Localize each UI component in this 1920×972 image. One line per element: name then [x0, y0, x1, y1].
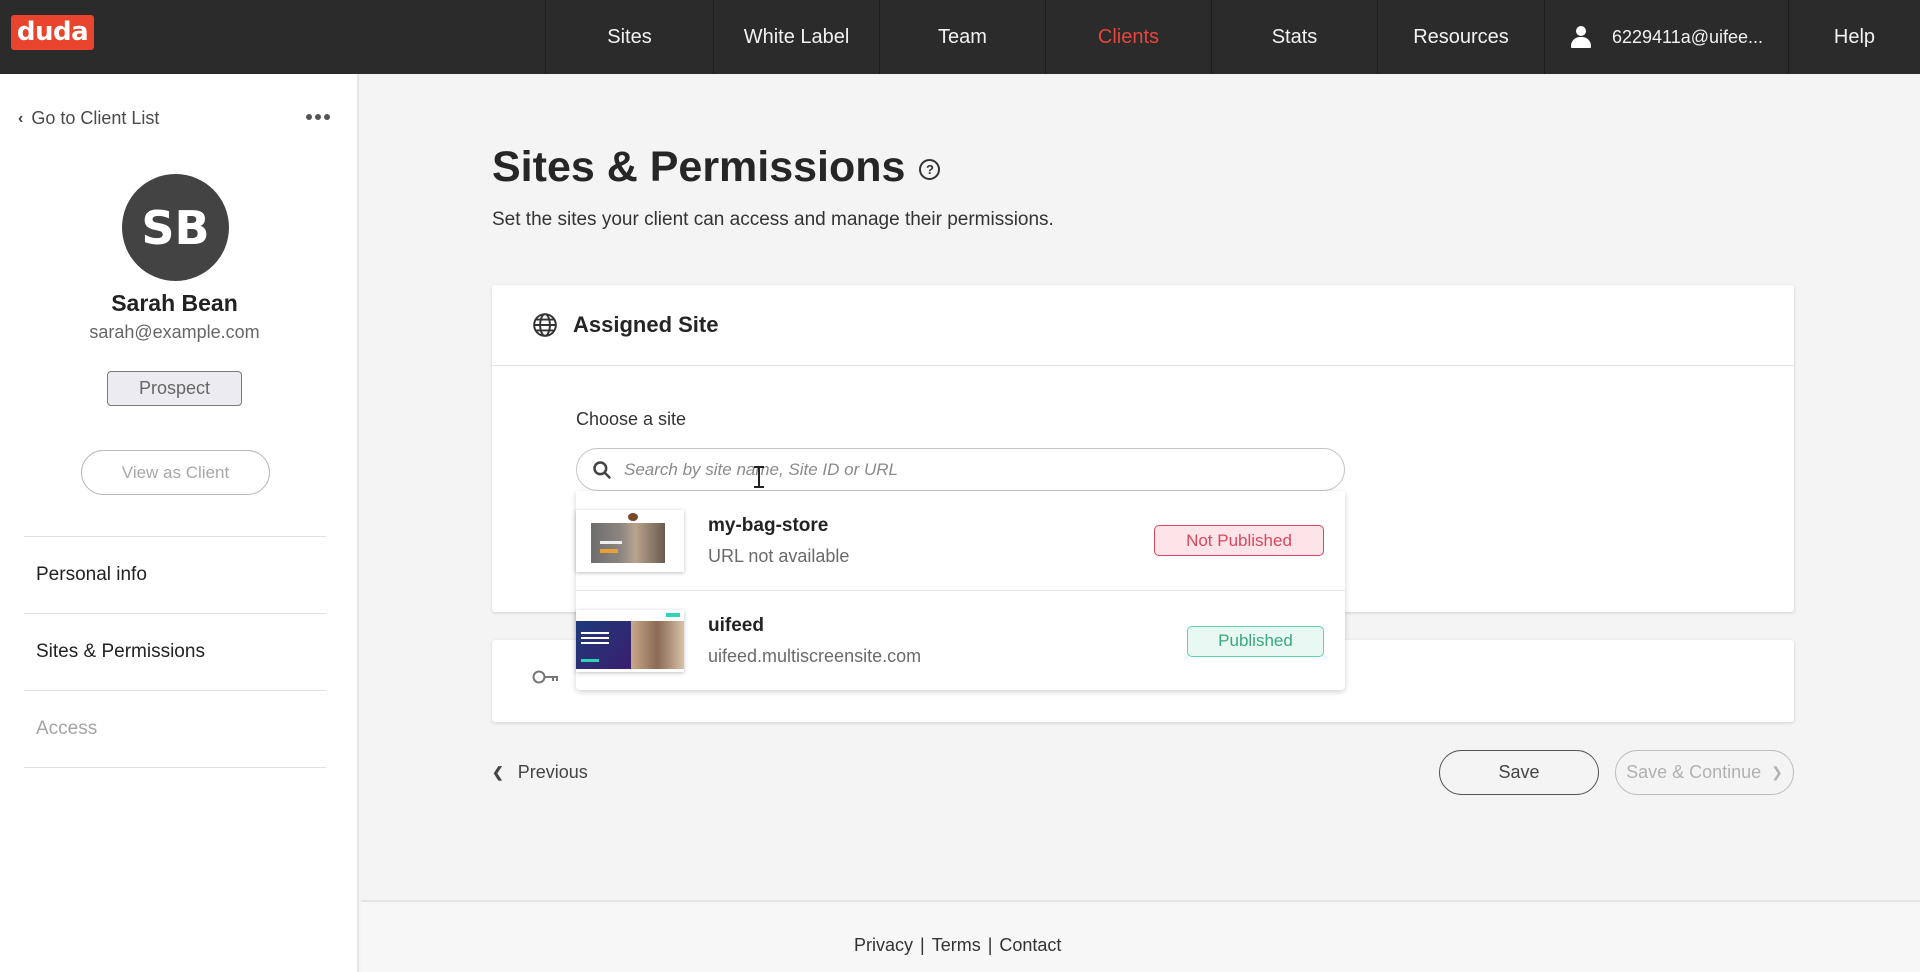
- save-continue-button[interactable]: Save & Continue ❯: [1615, 750, 1794, 795]
- nav-label: Help: [1833, 25, 1876, 48]
- search-icon: [593, 460, 611, 479]
- page-title: Sites & Permissions ?: [492, 143, 941, 192]
- site-option[interactable]: uifeed uifeed.multiscreensite.com Publis…: [576, 591, 1345, 691]
- site-url: uifeed.multiscreensite.com: [708, 646, 922, 666]
- client-email: sarah@example.com: [89, 322, 260, 342]
- go-to-client-list-link[interactable]: ‹ Go to Client List: [18, 108, 159, 129]
- sidebar-item-sites-permissions[interactable]: Sites & Permissions: [24, 614, 326, 691]
- page-subtitle: Set the sites your client can access and…: [492, 209, 1054, 230]
- nav-stats[interactable]: Stats: [1211, 0, 1377, 74]
- sidebar-menu: Personal info Sites & Permissions Access: [24, 536, 326, 768]
- nav-label: Team: [938, 25, 987, 48]
- chevron-left-icon: ‹: [18, 109, 24, 127]
- nav-label: Sites: [607, 25, 652, 48]
- chevron-right-icon: ❯: [1771, 764, 1783, 780]
- nav-sites[interactable]: Sites: [545, 0, 713, 74]
- nav-resources[interactable]: Resources: [1377, 0, 1544, 74]
- chevron-left-icon: ❮: [492, 764, 504, 780]
- nav-items: Sites White Label Team Clients Stats Res…: [545, 0, 1920, 74]
- nav-label: Clients: [1097, 25, 1160, 48]
- top-nav: duda Sites White Label Team Clients Stat…: [0, 0, 1920, 74]
- choose-site-label: Choose a site: [576, 409, 687, 429]
- nav-label: Stats: [1271, 25, 1318, 48]
- globe-icon: [533, 313, 557, 337]
- site-dropdown: my-bag-store URL not available Not Publi…: [576, 491, 1345, 690]
- view-as-client-button[interactable]: View as Client: [81, 450, 270, 495]
- site-search-box[interactable]: [576, 448, 1345, 491]
- nav-white-label[interactable]: White Label: [713, 0, 879, 74]
- back-label: Go to Client List: [31, 108, 160, 128]
- status-badge: Published: [1187, 625, 1324, 657]
- more-options-icon[interactable]: [306, 114, 330, 120]
- contact-link[interactable]: Contact: [999, 935, 1061, 956]
- user-icon: [1570, 26, 1592, 48]
- sidebar-item-personal-info[interactable]: Personal info: [24, 537, 326, 614]
- separator: |: [920, 935, 925, 955]
- help-icon[interactable]: ?: [919, 159, 941, 180]
- page-title-text: Sites & Permissions: [492, 143, 906, 191]
- save-continue-label: Save & Continue: [1626, 762, 1762, 782]
- previous-label: Previous: [517, 762, 588, 782]
- privacy-link[interactable]: Privacy: [854, 935, 913, 956]
- nav-help[interactable]: Help: [1788, 0, 1920, 74]
- footer-links: Privacy | Terms | Contact: [854, 935, 1061, 956]
- site-search-input[interactable]: [624, 459, 1324, 480]
- nav-account[interactable]: 6229411a@uifee...: [1544, 0, 1788, 74]
- separator: |: [987, 935, 993, 955]
- card-title: Assigned Site: [573, 312, 719, 337]
- save-button[interactable]: Save: [1439, 750, 1599, 795]
- nav-label: Resources: [1413, 25, 1509, 48]
- duda-logo[interactable]: duda: [11, 15, 94, 50]
- text-cursor-icon: [754, 466, 764, 488]
- site-thumbnail: [576, 509, 684, 572]
- site-thumbnail: [576, 610, 684, 672]
- account-email: 6229411a@uifee...: [1611, 26, 1764, 47]
- site-name: my-bag-store: [708, 514, 829, 536]
- nav-label: White Label: [743, 25, 850, 48]
- nav-team[interactable]: Team: [879, 0, 1045, 74]
- terms-link[interactable]: Terms: [932, 935, 981, 956]
- avatar: SB: [122, 174, 229, 281]
- card-header: Assigned Site: [492, 285, 1794, 366]
- status-tag[interactable]: Prospect: [107, 371, 242, 406]
- footer: Privacy | Terms | Contact: [361, 900, 1920, 972]
- client-sidebar: ‹ Go to Client List SB Sarah Bean sarah@…: [0, 74, 359, 972]
- client-name: Sarah Bean: [111, 290, 238, 316]
- site-url: URL not available: [708, 545, 850, 566]
- site-option[interactable]: my-bag-store URL not available Not Publi…: [576, 491, 1345, 591]
- site-name: uifeed: [708, 615, 764, 636]
- status-badge: Not Published: [1154, 525, 1324, 556]
- nav-clients[interactable]: Clients: [1045, 0, 1211, 74]
- site-info: my-bag-store URL not available: [708, 515, 1154, 567]
- sidebar-item-access: Access: [24, 691, 326, 768]
- site-info: uifeed uifeed.multiscreensite.com: [708, 615, 1187, 667]
- previous-button[interactable]: ❮ Previous: [492, 762, 588, 783]
- key-icon: [532, 670, 558, 684]
